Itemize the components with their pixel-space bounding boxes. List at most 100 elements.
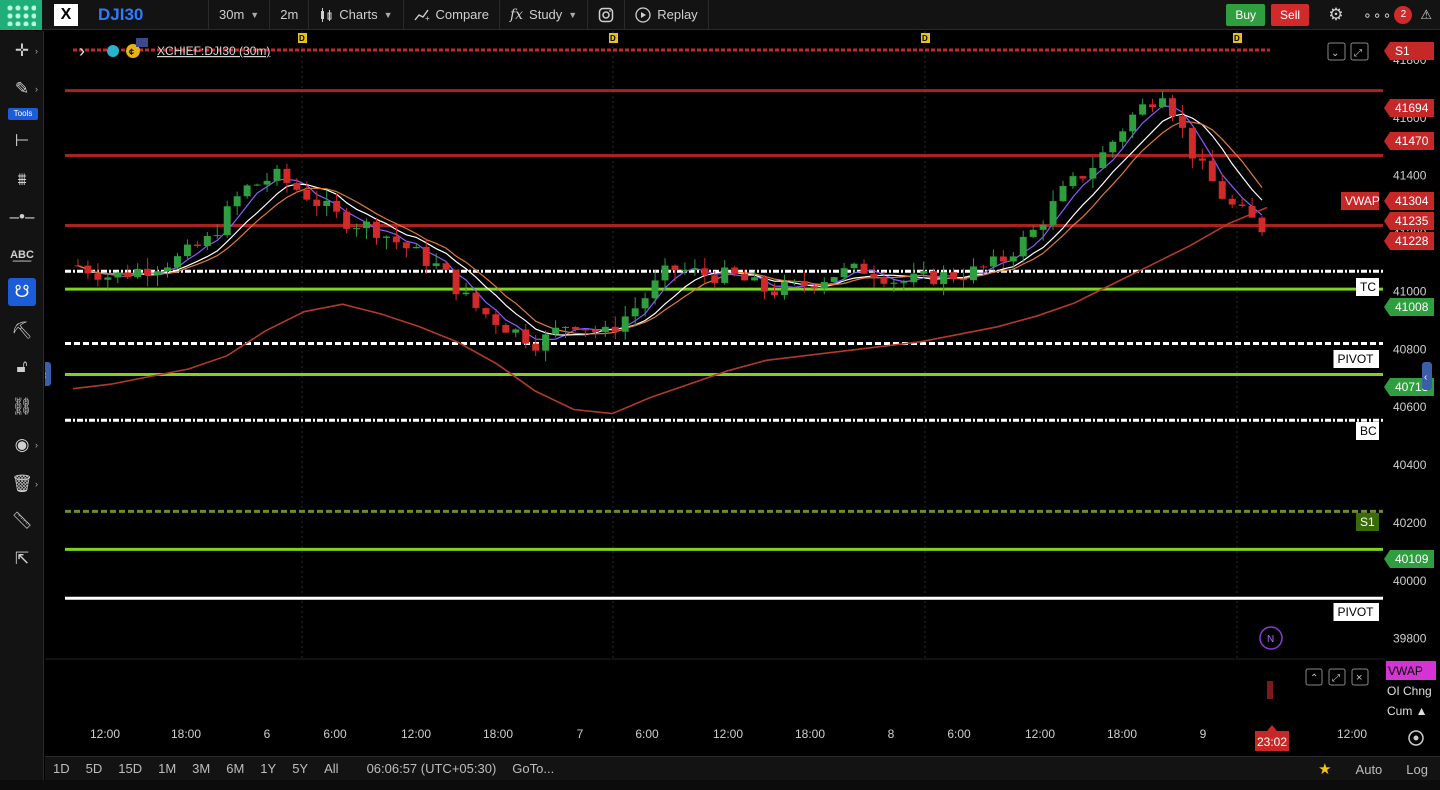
chevron-right-icon[interactable]: › (35, 84, 38, 94)
x-tick-label: 12:00 (401, 727, 431, 741)
compare-icon: + (413, 9, 430, 22)
price-label-text: 41235 (1395, 214, 1429, 228)
log-scale-toggle[interactable]: Log (1394, 762, 1440, 777)
candle-body (392, 236, 400, 243)
candle-body (243, 185, 251, 197)
goto-button[interactable]: GoTo... (512, 761, 554, 776)
candle-body (800, 281, 808, 287)
level-tag-text: PIVOT (1338, 352, 1375, 366)
auto-scale-toggle[interactable]: Auto (1344, 762, 1395, 777)
more-icon[interactable]: ∘∘∘ (1363, 7, 1392, 24)
chevron-down-icon: ▼ (568, 9, 578, 20)
replay-button[interactable]: Replay (625, 0, 707, 30)
price-label-text: 41228 (1395, 234, 1429, 248)
trash-icon[interactable]: 🗑︎ (8, 470, 36, 498)
candle-body (1178, 116, 1186, 128)
candle-body (1208, 160, 1216, 182)
range-6m[interactable]: 6M (218, 761, 252, 776)
link-icon[interactable]: ⛓ (8, 393, 36, 421)
app-logo[interactable] (0, 0, 42, 30)
brush-icon[interactable]: ⛏ (8, 317, 36, 345)
interval-dropdown[interactable]: 30m ▼ (209, 0, 269, 30)
price-label-text: 41694 (1395, 101, 1429, 115)
candle-body (641, 298, 649, 309)
chevron-right-icon[interactable]: › (35, 46, 38, 56)
range-5d[interactable]: 5D (78, 761, 111, 776)
charts-dropdown[interactable]: Charts ▼ (309, 0, 402, 30)
candle-body (1029, 229, 1037, 237)
legend-symbol[interactable]: XCHIEF:DJI30 (30m) (157, 44, 270, 58)
candle-body (114, 272, 122, 278)
x-tick-label: 12:00 (1337, 727, 1367, 741)
replay-icon (635, 6, 651, 23)
chevron-right-icon[interactable]: › (35, 479, 38, 489)
y-tick-label: 39800 (1393, 632, 1427, 646)
candle-body (1149, 104, 1157, 108)
instagram-button[interactable] (588, 0, 624, 30)
notification-badge[interactable]: 2 (1394, 6, 1413, 24)
compare-button[interactable]: + Compare (404, 0, 499, 30)
candle-body (900, 282, 908, 284)
range-1m[interactable]: 1M (150, 761, 184, 776)
candle-body (1139, 104, 1147, 115)
candle-body (502, 324, 510, 333)
study-label: Study (529, 7, 563, 22)
y-tick-label: 40000 (1393, 574, 1427, 588)
chart-panel[interactable]: DDDD 41800416004140041200410004080040600… (41, 31, 1440, 756)
range-3m[interactable]: 3M (184, 761, 218, 776)
price-chart[interactable]: DDDD 41800416004140041200410004080040600… (41, 31, 1440, 756)
price-label-text: 41304 (1395, 194, 1429, 208)
candle-body (552, 327, 560, 335)
expand-icon: ⤢ (1354, 48, 1362, 59)
candle-body (1059, 186, 1067, 202)
candle-body (263, 180, 271, 185)
star-icon[interactable]: ★ (1306, 760, 1343, 778)
range-5y[interactable]: 5Y (284, 761, 316, 776)
text-icon[interactable]: A͟B͟C (8, 241, 36, 269)
crosshair-icon[interactable]: ✛ (8, 37, 36, 65)
x-tick-label: 18:00 (795, 727, 825, 741)
candle-body (701, 268, 709, 276)
candle-body (213, 235, 221, 237)
sell-button[interactable]: Sell (1271, 4, 1310, 26)
buy-button[interactable]: Buy (1226, 4, 1266, 26)
candle-body (372, 221, 380, 238)
range-1d[interactable]: 1D (45, 761, 78, 776)
ruler-icon[interactable]: 📏︎ (8, 507, 36, 535)
chevron-down-icon: ⌄ (1331, 48, 1339, 59)
chevron-right-icon[interactable]: › (35, 440, 38, 450)
candle-body (293, 182, 301, 190)
x-logo-icon[interactable]: X (54, 3, 78, 26)
day-marker-label: D (299, 34, 305, 43)
chevron-down-icon: ▼ (250, 9, 260, 20)
candle-body (810, 286, 818, 289)
cursor-icon[interactable]: ⇱ (8, 545, 36, 573)
eye-icon[interactable]: ◉ (8, 431, 36, 459)
pattern-icon[interactable]: ⩩ (8, 166, 36, 194)
warning-icon[interactable]: ⚠ (1420, 7, 1432, 23)
symbol-name[interactable]: DJI30 (98, 5, 208, 25)
separator (707, 0, 709, 30)
candle-body (223, 206, 231, 236)
measure-icon[interactable]: ⊢ (8, 127, 36, 155)
candle-body (402, 242, 410, 249)
candle-body (353, 228, 361, 230)
pencil-icon[interactable]: ✎ (8, 75, 36, 103)
horizontal-line-icon[interactable]: –•– (8, 203, 36, 231)
candle-body (492, 314, 500, 325)
candle-body (1089, 168, 1097, 179)
range-all[interactable]: All (316, 761, 346, 776)
study-dropdown[interactable]: 𝑓x Study ▼ (500, 0, 587, 30)
secondary-interval-button[interactable]: 2m (270, 0, 308, 30)
candle-body (382, 236, 390, 238)
day-marker-label: D (922, 34, 928, 43)
magnet-icon[interactable]: ☋ (8, 278, 36, 306)
candle-body (482, 308, 490, 315)
range-15d[interactable]: 15D (110, 761, 150, 776)
x-tick-label: 18:00 (483, 727, 513, 741)
gear-icon[interactable]: ⚙ (1325, 4, 1347, 26)
range-1y[interactable]: 1Y (252, 761, 284, 776)
candle-body (1019, 236, 1027, 257)
chevron-right-icon[interactable]: › (79, 41, 85, 61)
lock-icon[interactable]: 🔓︎ (8, 353, 36, 381)
